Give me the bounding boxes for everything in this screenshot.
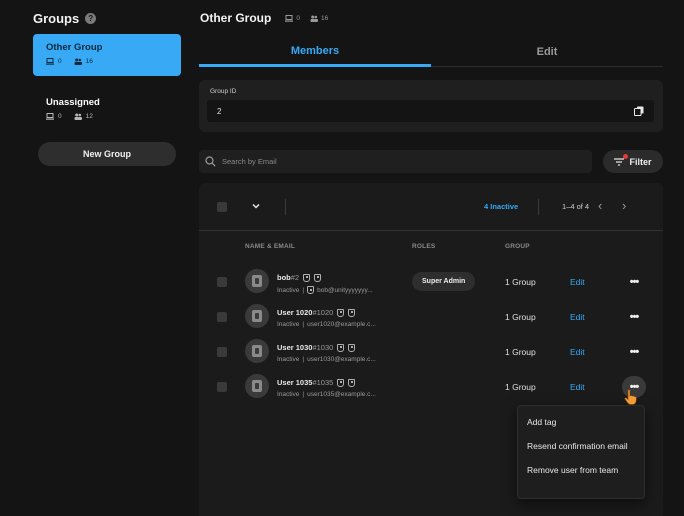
users-icon — [74, 58, 82, 65]
badge-icon — [252, 275, 262, 287]
filter-label: Filter — [629, 156, 652, 167]
new-group-button[interactable]: New Group — [38, 142, 176, 166]
shield-icon — [337, 343, 345, 352]
user-status-email: Inactive | user1030@example.c... — [277, 356, 376, 363]
edit-link[interactable]: Edit — [570, 382, 585, 392]
hand-cursor-icon — [624, 389, 637, 405]
avatar — [245, 269, 269, 293]
laptop-icon — [46, 113, 54, 120]
group-item-other-group[interactable]: Other Group 0 16 — [33, 34, 181, 76]
badge-icon — [252, 310, 262, 322]
users-icon — [74, 113, 82, 120]
groups-title: Groups ? — [33, 11, 97, 26]
filter-button[interactable]: Filter — [603, 150, 663, 173]
badge-icon — [252, 345, 262, 357]
header-user-count: 16 — [310, 15, 328, 22]
menu-item-remove-user[interactable]: Remove user from team — [518, 465, 644, 475]
group-cell: 1 Group — [505, 277, 536, 287]
groups-title-text: Groups — [33, 11, 80, 26]
edit-link[interactable]: Edit — [570, 347, 585, 357]
group-cell: 1 Group — [505, 312, 536, 322]
divider — [538, 199, 539, 215]
chevron-right-icon[interactable]: › — [622, 199, 632, 213]
table-row: bob #2 Inactive | bob@unityyyyyyy... Super… — [199, 267, 663, 301]
shield-icon — [314, 273, 322, 282]
user-status-email: Inactive | user1035@example.c... — [277, 391, 376, 398]
users-icon — [310, 15, 318, 22]
group-item-unassigned[interactable]: Unassigned 0 12 — [33, 89, 181, 131]
shield-icon — [348, 343, 356, 352]
user-name[interactable]: User 1020 #1020 — [277, 308, 356, 317]
user-status-email: Inactive | bob@unityyyyyyy... — [277, 286, 373, 294]
header-device-count: 0 — [285, 14, 300, 22]
avatar — [245, 374, 269, 398]
device-count: 0 — [46, 58, 62, 65]
group-id-value: 2 — [217, 106, 222, 116]
laptop-icon — [46, 58, 54, 65]
column-header-group: GROUP — [505, 243, 530, 250]
row-checkbox[interactable] — [217, 277, 227, 287]
filter-icon — [614, 157, 625, 166]
device-count: 0 — [46, 113, 62, 120]
menu-item-resend-confirmation[interactable]: Resend confirmation email — [518, 441, 644, 451]
sidebar: Groups ? Other Group 0 16 Unassigned 0 1… — [0, 0, 190, 516]
help-icon[interactable]: ? — [85, 13, 97, 24]
role-badge: Super Admin — [412, 272, 476, 291]
laptop-icon — [285, 14, 294, 22]
shield-icon — [348, 308, 356, 317]
group-id-panel: Group ID 2 — [199, 80, 663, 132]
user-count: 16 — [74, 58, 93, 65]
edit-link[interactable]: Edit — [570, 312, 585, 322]
table-toolbar: 4 Inactive 1–4 of 4 ‹ › — [199, 183, 663, 231]
user-count: 12 — [74, 113, 93, 120]
group-cell: 1 Group — [505, 347, 536, 357]
pagination-text: 1–4 of 4 — [562, 202, 590, 211]
shield-icon — [307, 286, 315, 294]
row-checkbox[interactable] — [217, 312, 227, 322]
select-all-checkbox[interactable] — [217, 202, 227, 212]
shield-icon — [337, 308, 345, 317]
page-title-text: Other Group — [200, 11, 272, 25]
search-box[interactable] — [199, 150, 592, 173]
column-header-name: NAME & EMAIL — [245, 243, 296, 250]
group-item-name: Other Group — [46, 42, 103, 53]
shield-icon — [337, 378, 345, 387]
page-title: Other Group 0 16 — [200, 11, 328, 25]
chevron-down-icon[interactable] — [250, 200, 262, 212]
more-options-button[interactable]: ••• — [622, 306, 646, 328]
chevron-left-icon[interactable]: ‹ — [598, 199, 608, 213]
shield-icon — [303, 273, 311, 282]
more-options-button[interactable]: ••• — [622, 271, 646, 293]
user-name[interactable]: bob #2 — [277, 273, 322, 282]
inactive-count-link[interactable]: 4 Inactive — [484, 202, 518, 211]
group-id-label: Group ID — [210, 88, 237, 95]
badge-icon — [252, 380, 262, 392]
tab-edit[interactable]: Edit — [431, 38, 663, 67]
user-name[interactable]: User 1035 #1035 — [277, 378, 356, 387]
edit-link[interactable]: Edit — [570, 277, 585, 287]
avatar — [245, 304, 269, 328]
user-status-email: Inactive | user1020@example.c... — [277, 321, 376, 328]
search-icon — [205, 156, 216, 167]
shield-icon — [348, 378, 356, 387]
divider — [285, 199, 286, 215]
more-options-button[interactable]: ••• — [622, 341, 646, 363]
filter-active-dot — [623, 154, 628, 159]
tab-members[interactable]: Members — [199, 38, 431, 67]
column-header-roles: ROLES — [412, 243, 436, 250]
group-item-name: Unassigned — [46, 97, 100, 108]
table-row: User 1020 #1020 Inactive | user1020@exampl… — [199, 302, 663, 336]
group-cell: 1 Group — [505, 382, 536, 392]
avatar — [245, 339, 269, 363]
row-context-menu: Add tag Resend confirmation email Remove… — [517, 405, 645, 499]
search-input[interactable] — [222, 157, 562, 166]
copy-icon[interactable] — [634, 106, 644, 116]
group-id-field[interactable]: 2 — [207, 100, 654, 122]
table-row: User 1030 #1030 Inactive | user1030@exampl… — [199, 337, 663, 371]
row-checkbox[interactable] — [217, 347, 227, 357]
user-name[interactable]: User 1030 #1030 — [277, 343, 356, 352]
table-row: User 1035 #1035 Inactive | user1035@exampl… — [199, 372, 663, 406]
menu-item-add-tag[interactable]: Add tag — [518, 417, 644, 427]
row-checkbox[interactable] — [217, 382, 227, 392]
